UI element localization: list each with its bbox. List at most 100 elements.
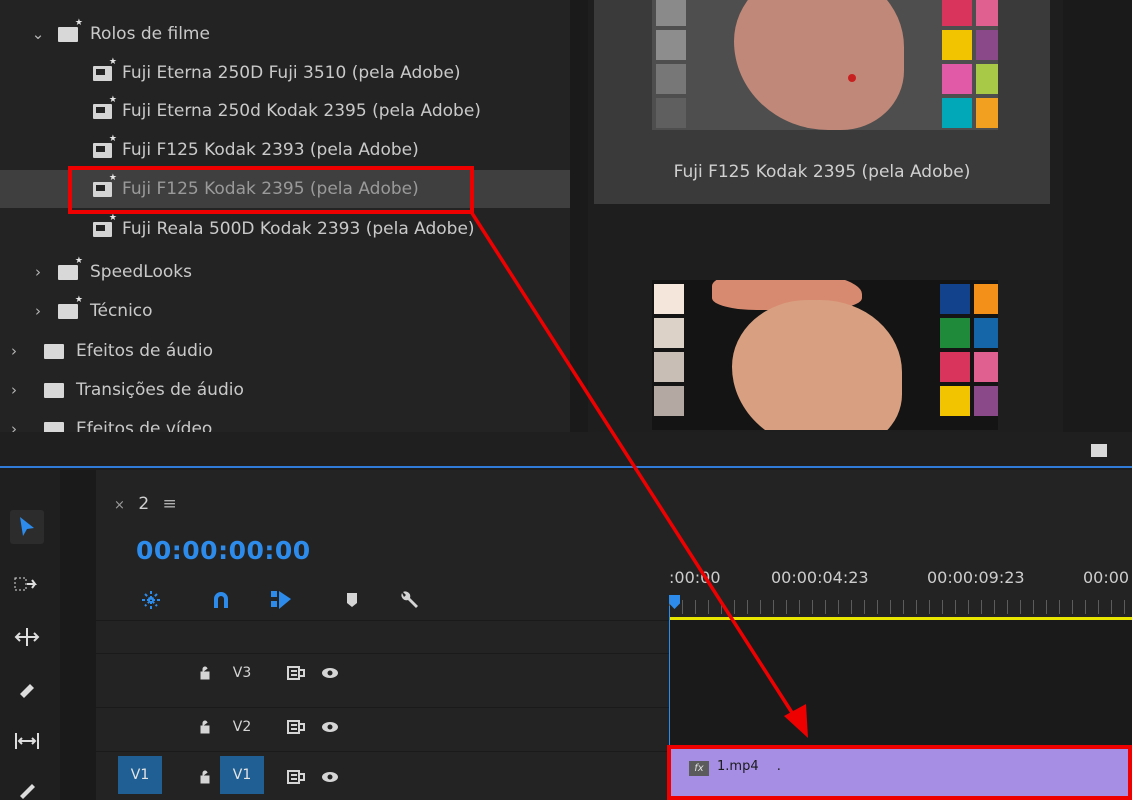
track-name[interactable]: V2 [220, 712, 264, 742]
tree-item-label: Rolos de filme [90, 24, 210, 44]
panel-divider [0, 432, 1132, 466]
panel-focus-line [0, 466, 1132, 468]
tree-folder-efeitos-de-audio[interactable]: › Efeitos de áudio [0, 332, 570, 370]
ruler-label: 00:00:04:23 [771, 568, 869, 587]
effects-panel: ⌄ Rolos de filme Fuji Eterna 250D Fuji 3… [0, 0, 588, 432]
chevron-right-icon[interactable]: › [4, 381, 24, 399]
tools-separator [60, 470, 96, 800]
ruler-ticks [669, 600, 1132, 614]
playhead-line [669, 606, 670, 746]
chevron-right-icon[interactable]: › [28, 302, 48, 320]
lock-icon[interactable] [196, 658, 214, 688]
preset-icon [93, 95, 117, 119]
nest-toggle-icon[interactable] [138, 588, 164, 612]
tree-item-label: Efeitos de áudio [76, 341, 213, 361]
track-header-empty [96, 620, 669, 652]
tree-item-preset[interactable]: Fuji F125 Kodak 2393 (pela Adobe) [0, 131, 570, 169]
color-swatches [940, 284, 998, 416]
track-header-v1[interactable]: V1 V1 [96, 751, 669, 800]
highlight-box-preset [68, 166, 474, 214]
sequence-tab[interactable]: × 2 ≡ [114, 494, 177, 514]
tree-folder-rolos-de-filme[interactable]: ⌄ Rolos de filme [0, 15, 570, 53]
preview-card[interactable]: Fuji F125 Kodak 2395 (pela Adobe) [594, 0, 1050, 204]
earring [848, 74, 856, 82]
eye-icon[interactable] [318, 712, 342, 742]
ripple-edit-tool[interactable] [10, 620, 44, 654]
wrench-settings-icon[interactable] [396, 588, 422, 612]
preset-icon [93, 213, 117, 237]
close-tab-icon[interactable]: × [114, 498, 125, 513]
preset-preview-area: Fuji F125 Kodak 2395 (pela Adobe) [588, 0, 1063, 432]
timecode-display[interactable]: 00:00:00:00 [136, 536, 311, 565]
source-patch[interactable] [118, 712, 162, 742]
tree-item-preset[interactable]: Fuji Eterna 250D Fuji 3510 (pela Adobe) [0, 54, 570, 92]
tree-item-label: Fuji Eterna 250D Fuji 3510 (pela Adobe) [122, 63, 461, 83]
track-select-tool[interactable] [10, 568, 44, 602]
slip-icon [15, 733, 39, 749]
panel-menu-icon[interactable]: ≡ [163, 494, 177, 514]
track-header-v2[interactable]: V2 [96, 707, 669, 745]
chevron-right-icon[interactable]: › [4, 420, 24, 432]
portrait-image [732, 300, 902, 430]
ruler-label: 00:00:09:23 [927, 568, 1025, 587]
track-select-icon [14, 577, 37, 591]
panel-edge [1063, 0, 1132, 432]
portrait-image [734, 0, 904, 130]
slip-tool[interactable] [10, 724, 44, 758]
folder-icon [44, 421, 64, 432]
preset-icon [93, 134, 117, 158]
track-name[interactable]: V3 [220, 658, 264, 688]
cursor-arrow-icon [20, 517, 34, 536]
linked-selection-icon[interactable] [268, 588, 294, 612]
tree-item-label: Efeitos de vídeo [76, 419, 213, 432]
track-name[interactable]: V1 [220, 756, 264, 794]
highlight-box-clip [667, 745, 1132, 800]
sync-lock-icon[interactable] [284, 712, 308, 742]
pen-tool[interactable] [10, 772, 44, 800]
tree-folder-transicoes-de-audio[interactable]: › Transições de áudio [0, 371, 570, 409]
time-ruler[interactable]: :00:00 00:00:04:23 00:00:09:23 00:00 [669, 560, 1132, 618]
tools-panel [0, 470, 60, 800]
source-patch[interactable]: V1 [118, 756, 162, 794]
tree-item-label: Transições de áudio [76, 380, 244, 400]
razor-icon [20, 684, 34, 698]
chevron-right-icon[interactable]: › [28, 263, 48, 281]
preset-folder-icon [58, 256, 83, 280]
chevron-right-icon[interactable]: › [4, 342, 24, 360]
chevron-down-icon[interactable]: ⌄ [28, 25, 48, 43]
tree-item-preset[interactable]: Fuji Eterna 250d Kodak 2395 (pela Adobe) [0, 92, 570, 130]
source-patch[interactable] [118, 658, 162, 688]
tree-item-label: Fuji Reala 500D Kodak 2393 (pela Adobe) [122, 219, 475, 239]
add-marker-icon[interactable] [339, 588, 365, 612]
folder-icon [44, 343, 64, 359]
folder-icon [44, 382, 64, 398]
track-header-v3[interactable]: V3 [96, 653, 669, 691]
lock-icon[interactable] [196, 762, 214, 792]
eye-icon[interactable] [318, 658, 342, 688]
sequence-name: 2 [138, 494, 150, 514]
tree-item-label: Fuji Eterna 250d Kodak 2395 (pela Adobe) [122, 101, 481, 121]
scrollbar[interactable] [570, 0, 588, 432]
tree-folder-tecnico[interactable]: › Técnico [0, 292, 570, 330]
tree-folder-speedlooks[interactable]: › SpeedLooks [0, 253, 570, 291]
eye-icon[interactable] [318, 762, 342, 792]
preset-folder-icon [58, 295, 83, 319]
tree-item-preset[interactable]: Fuji Reala 500D Kodak 2393 (pela Adobe) [0, 210, 570, 248]
new-bin-icon[interactable] [1091, 444, 1107, 457]
ruler-label: :00:00 [669, 568, 721, 587]
tree-item-label: Técnico [90, 301, 153, 321]
gray-swatches [654, 284, 684, 416]
lock-icon[interactable] [196, 712, 214, 742]
snap-magnet-icon[interactable] [208, 588, 234, 612]
sync-lock-icon[interactable] [284, 658, 308, 688]
ruler-label: 00:00 [1083, 568, 1130, 587]
tree-folder-efeitos-de-video[interactable]: › Efeitos de vídeo [0, 410, 570, 432]
preset-icon [93, 57, 117, 81]
preview-caption: Fuji F125 Kodak 2395 (pela Adobe) [673, 162, 971, 182]
preset-folder-icon [58, 18, 83, 42]
preview-thumbnail[interactable] [652, 280, 998, 430]
selection-tool[interactable] [10, 510, 44, 544]
razor-tool[interactable] [10, 674, 44, 708]
sync-lock-icon[interactable] [284, 762, 308, 792]
tree-item-label: Fuji F125 Kodak 2393 (pela Adobe) [122, 140, 419, 160]
